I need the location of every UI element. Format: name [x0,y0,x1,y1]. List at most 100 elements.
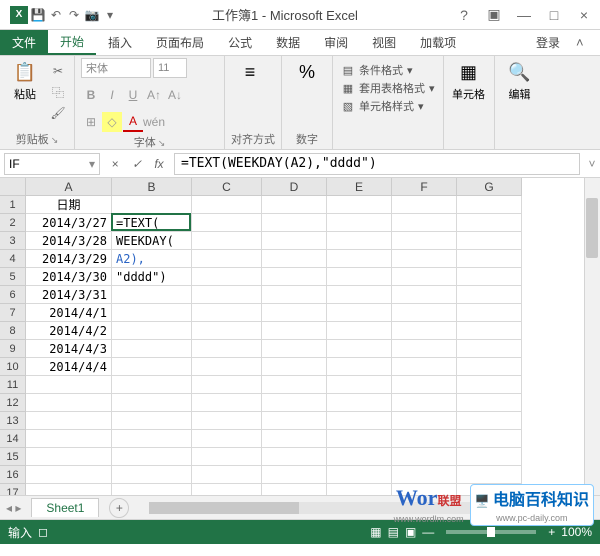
cell-F4[interactable] [392,250,457,268]
cell-D6[interactable] [262,286,327,304]
format-as-table-button[interactable]: ▦套用表格格式 ▾ [341,80,435,96]
cell-B5[interactable]: "dddd") [112,268,192,286]
cell-E11[interactable] [327,376,392,394]
view-page-layout-icon[interactable]: ▤ [388,525,399,539]
cells-button[interactable]: ▦单元格 [450,58,488,104]
tab-formulas[interactable]: 公式 [216,30,264,55]
cell-D1[interactable] [262,196,327,214]
qat-save-icon[interactable]: 💾 [30,7,46,23]
copy-icon[interactable]: ⿻ [48,83,68,101]
cell-styles-button[interactable]: ▧单元格样式 ▾ [341,98,435,114]
row-header-2[interactable]: 2 [0,214,26,232]
row-header-15[interactable]: 15 [0,448,26,466]
cell-A3[interactable]: 2014/3/28 [26,232,112,250]
cell-G13[interactable] [457,412,522,430]
cell-F1[interactable] [392,196,457,214]
cell-C6[interactable] [192,286,262,304]
formula-input[interactable]: =TEXT(WEEKDAY(A2),"dddd") [174,153,580,175]
row-header-4[interactable]: 4 [0,250,26,268]
cell-B13[interactable] [112,412,192,430]
cell-F2[interactable] [392,214,457,232]
clipboard-launcher-icon[interactable]: ↘ [51,135,59,145]
cell-C17[interactable] [192,484,262,496]
qat-undo-icon[interactable]: ↶ [48,7,64,23]
cell-C14[interactable] [192,430,262,448]
cell-E2[interactable] [327,214,392,232]
cell-D11[interactable] [262,376,327,394]
sign-in-link[interactable]: 登录 [524,30,572,55]
cell-A12[interactable] [26,394,112,412]
name-box[interactable]: IF ▾ [4,153,100,175]
cell-C1[interactable] [192,196,262,214]
view-page-break-icon[interactable]: ▣ [405,525,416,539]
tab-data[interactable]: 数据 [264,30,312,55]
cell-C11[interactable] [192,376,262,394]
cell-E14[interactable] [327,430,392,448]
formula-enter-icon[interactable]: ✓ [128,157,146,171]
insert-function-icon[interactable]: fx [150,157,168,171]
cell-C5[interactable] [192,268,262,286]
qat-redo-icon[interactable]: ↷ [66,7,82,23]
cell-D15[interactable] [262,448,327,466]
zoom-level[interactable]: 100% [561,525,592,539]
horizontal-scrollbar[interactable] [149,502,592,514]
italic-button[interactable]: I [102,85,122,105]
cell-F12[interactable] [392,394,457,412]
cell-D4[interactable] [262,250,327,268]
cell-C15[interactable] [192,448,262,466]
cell-G10[interactable] [457,358,522,376]
col-header-C[interactable]: C [192,178,262,196]
cell-E6[interactable] [327,286,392,304]
cell-A2[interactable]: 2014/3/27 [26,214,112,232]
tab-view[interactable]: 视图 [360,30,408,55]
sheet-nav[interactable]: ◂ ▸ [0,501,27,515]
cell-G2[interactable] [457,214,522,232]
sheet-tab-1[interactable]: Sheet1 [31,498,99,517]
cell-B9[interactable] [112,340,192,358]
cell-D13[interactable] [262,412,327,430]
cell-A4[interactable]: 2014/3/29 [26,250,112,268]
cell-A16[interactable] [26,466,112,484]
row-header-10[interactable]: 10 [0,358,26,376]
select-all-corner[interactable] [0,178,26,196]
cell-A11[interactable] [26,376,112,394]
cell-G16[interactable] [457,466,522,484]
row-header-12[interactable]: 12 [0,394,26,412]
cell-F10[interactable] [392,358,457,376]
fill-color-button[interactable]: ◇ [102,112,122,132]
cell-A6[interactable]: 2014/3/31 [26,286,112,304]
row-header-8[interactable]: 8 [0,322,26,340]
cell-E13[interactable] [327,412,392,430]
cell-A8[interactable]: 2014/4/2 [26,322,112,340]
cell-D14[interactable] [262,430,327,448]
row-header-6[interactable]: 6 [0,286,26,304]
vertical-scrollbar[interactable] [584,178,600,495]
conditional-formatting-button[interactable]: ▤条件格式 ▾ [341,62,435,78]
tab-file[interactable]: 文件 [0,30,48,55]
cell-D5[interactable] [262,268,327,286]
cell-B11[interactable] [112,376,192,394]
cells-area[interactable]: 日期2014/3/27=TEXT(2014/3/28WEEKDAY(2014/3… [26,196,522,496]
cell-C8[interactable] [192,322,262,340]
cell-B14[interactable] [112,430,192,448]
cell-G5[interactable] [457,268,522,286]
formula-expand-icon[interactable]: ˅ [584,157,600,171]
cell-G4[interactable] [457,250,522,268]
cell-A14[interactable] [26,430,112,448]
row-header-13[interactable]: 13 [0,412,26,430]
zoom-out-icon[interactable]: — [422,525,434,539]
cell-D7[interactable] [262,304,327,322]
cell-G1[interactable] [457,196,522,214]
cell-E5[interactable] [327,268,392,286]
cell-D16[interactable] [262,466,327,484]
qat-camera-icon[interactable]: 📷 [84,7,100,23]
help-icon[interactable]: ? [452,7,476,23]
cell-B15[interactable] [112,448,192,466]
cell-F14[interactable] [392,430,457,448]
cell-E15[interactable] [327,448,392,466]
cell-G17[interactable] [457,484,522,496]
row-header-16[interactable]: 16 [0,466,26,484]
new-sheet-button[interactable]: + [109,498,129,518]
horizontal-scrollbar-thumb[interactable] [149,502,299,514]
cell-D8[interactable] [262,322,327,340]
